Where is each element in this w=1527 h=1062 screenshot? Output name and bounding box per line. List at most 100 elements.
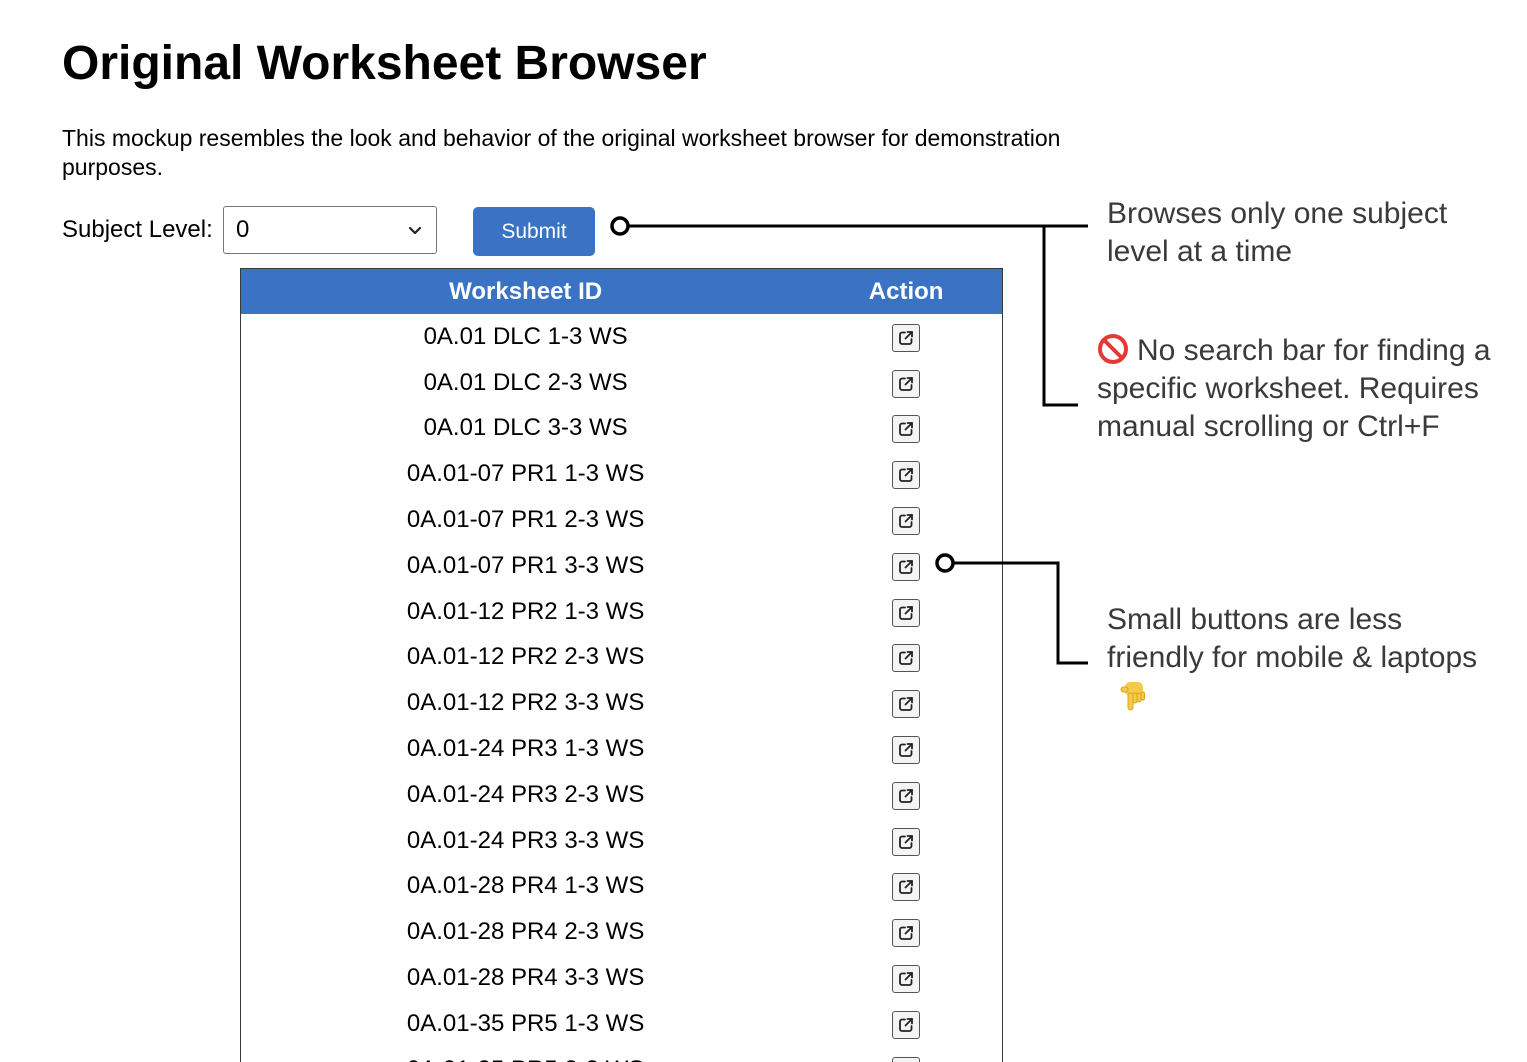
annotation-no-search: No search bar for finding a specific wor… bbox=[1097, 332, 1517, 446]
worksheet-id-cell: 0A.01-35 PR5 1-3 WS bbox=[406, 1009, 645, 1037]
subject-level-value: 0 bbox=[236, 216, 250, 243]
table-row: 0A.01-07 PR1 2-3 WS bbox=[241, 497, 1002, 543]
open-worksheet-button[interactable] bbox=[892, 690, 921, 719]
annotation-small-buttons: Small buttons are less friendly for mobi… bbox=[1107, 601, 1507, 715]
chevron-down-icon bbox=[408, 226, 422, 235]
worksheet-id-cell: 0A.01-35 PR5 2-3 WS bbox=[241, 1056, 810, 1062]
worksheet-id-cell: 0A.01-12 PR2 3-3 WS bbox=[406, 689, 645, 717]
table-row: 0A.01-12 PR2 2-3 WS bbox=[241, 635, 1002, 681]
worksheet-table: Worksheet ID Action 0A.01 DLC 1-3 WS 0A.0… bbox=[240, 268, 1003, 1062]
action-cell bbox=[810, 963, 1002, 994]
external-link-icon bbox=[899, 330, 914, 345]
action-cell bbox=[810, 734, 1002, 765]
external-link-icon bbox=[899, 651, 914, 666]
external-link-icon bbox=[899, 1017, 914, 1032]
table-row: 0A.01-35 PR5 1-3 WS bbox=[241, 1001, 1002, 1047]
table-row: 0A.01 DLC 1-3 WS bbox=[241, 314, 1002, 360]
table-row: 0A.01-28 PR4 2-3 WS bbox=[241, 909, 1002, 955]
external-link-icon bbox=[899, 605, 914, 620]
open-worksheet-button[interactable] bbox=[892, 415, 921, 444]
external-link-icon bbox=[899, 972, 914, 986]
connector-marker-submit bbox=[610, 216, 630, 236]
annotation-no-search-text: No search bar for finding a specific wor… bbox=[1097, 334, 1491, 443]
table-row: 0A.01-24 PR3 1-3 WS bbox=[241, 726, 1002, 772]
action-cell bbox=[810, 368, 1002, 398]
worksheet-id-cell: 0A.01-28 PR4 3-3 WS bbox=[406, 964, 645, 992]
action-cell bbox=[810, 1055, 1002, 1062]
worksheet-id-cell: 0A.01 DLC 3-3 WS bbox=[423, 414, 628, 442]
open-worksheet-button[interactable] bbox=[892, 552, 921, 581]
open-worksheet-button[interactable] bbox=[892, 323, 921, 352]
page-title: Original Worksheet Browser bbox=[62, 37, 707, 90]
backhand-index-pointing-down-icon bbox=[1120, 682, 1145, 711]
external-link-icon bbox=[899, 834, 914, 849]
action-cell bbox=[810, 642, 1002, 673]
table-row: 0A.01 DLC 3-3 WS bbox=[241, 406, 1002, 452]
open-worksheet-button[interactable] bbox=[892, 1056, 921, 1062]
table-row: 0A.01 DLC 2-3 WS bbox=[241, 360, 1002, 406]
external-link-icon bbox=[899, 788, 914, 803]
table-row: 0A.01-24 PR3 3-3 WS bbox=[241, 818, 1002, 864]
external-link-icon bbox=[899, 926, 914, 941]
external-link-icon bbox=[899, 697, 914, 712]
open-worksheet-button[interactable] bbox=[892, 644, 921, 673]
action-cell bbox=[810, 505, 1002, 536]
external-link-icon bbox=[899, 743, 914, 757]
open-worksheet-button[interactable] bbox=[892, 965, 921, 994]
table-row: 0A.01-24 PR3 2-3 WS bbox=[241, 772, 1002, 818]
open-worksheet-button[interactable] bbox=[892, 781, 921, 810]
submit-button[interactable]: Submit bbox=[473, 207, 595, 256]
worksheet-id-cell: 0A.01-12 PR2 2-3 WS bbox=[406, 643, 645, 671]
open-worksheet-button[interactable] bbox=[892, 1010, 921, 1039]
worksheet-id-cell: 0A.01-24 PR3 2-3 WS bbox=[406, 780, 645, 808]
table-header: Worksheet ID Action bbox=[241, 269, 1002, 314]
table-row: 0A.01-12 PR2 1-3 WS bbox=[241, 589, 1002, 635]
external-link-icon bbox=[899, 514, 914, 528]
table-row: 0A.01-07 PR1 3-3 WS bbox=[241, 543, 1002, 589]
external-link-icon bbox=[899, 559, 914, 574]
open-worksheet-button[interactable] bbox=[892, 369, 921, 398]
external-link-icon bbox=[899, 376, 914, 391]
worksheet-id-cell: 0A.01-24 PR3 1-3 WS bbox=[406, 735, 645, 763]
subject-level-label: Subject Level: bbox=[62, 216, 213, 243]
open-worksheet-button[interactable] bbox=[892, 461, 921, 490]
page: Original Worksheet Browser This mockup r… bbox=[0, 0, 1527, 1062]
column-header-worksheet-id: Worksheet ID bbox=[449, 277, 603, 305]
open-worksheet-button[interactable] bbox=[892, 598, 921, 627]
worksheet-id-cell: 0A.01-12 PR2 1-3 WS bbox=[406, 597, 645, 625]
worksheet-id-cell: 0A.01-28 PR4 1-3 WS bbox=[406, 872, 645, 900]
subject-level-select[interactable]: 0 bbox=[223, 206, 437, 254]
connector-line-search bbox=[1042, 226, 1078, 407]
action-cell bbox=[810, 826, 1002, 856]
action-cell bbox=[810, 871, 1002, 902]
action-cell bbox=[810, 413, 1002, 444]
worksheet-id-cell: 0A.01 DLC 1-3 WS bbox=[423, 322, 628, 350]
table-row: 0A.01-35 PR5 2-3 WS bbox=[241, 1047, 1002, 1062]
table-row: 0A.01-12 PR2 3-3 WS bbox=[241, 680, 1002, 726]
table-body: 0A.01 DLC 1-3 WS 0A.01 DLC 2-3 WS 0A.01 DL… bbox=[241, 314, 1002, 1062]
open-worksheet-button[interactable] bbox=[892, 827, 921, 856]
table-row: 0A.01-28 PR4 1-3 WS bbox=[241, 864, 1002, 910]
worksheet-id-cell: 0A.01 DLC 2-3 WS bbox=[423, 368, 628, 396]
worksheet-id-cell: 0A.01-28 PR4 2-3 WS bbox=[406, 918, 645, 946]
action-cell bbox=[810, 322, 1002, 352]
annotation-small-buttons-text: Small buttons are less friendly for mobi… bbox=[1107, 603, 1478, 674]
external-link-icon bbox=[899, 880, 914, 895]
open-worksheet-button[interactable] bbox=[892, 919, 921, 948]
column-header-action: Action bbox=[868, 277, 944, 305]
action-cell bbox=[810, 459, 1002, 490]
worksheet-id-cell: 0A.01-07 PR1 3-3 WS bbox=[406, 551, 645, 579]
prohibited-icon bbox=[1098, 334, 1128, 364]
action-cell bbox=[810, 551, 1002, 581]
table-row: 0A.01-28 PR4 3-3 WS bbox=[241, 955, 1002, 1001]
page-description: This mockup resembles the look and behav… bbox=[62, 125, 1061, 180]
open-worksheet-button[interactable] bbox=[892, 507, 921, 536]
external-link-icon bbox=[899, 468, 914, 483]
external-link-icon bbox=[899, 422, 914, 437]
action-cell bbox=[810, 917, 1002, 948]
worksheet-id-cell: 0A.01-07 PR1 1-3 WS bbox=[406, 460, 645, 488]
worksheet-id-cell: 0A.01-07 PR1 2-3 WS bbox=[406, 506, 645, 534]
open-worksheet-button[interactable] bbox=[892, 873, 921, 902]
open-worksheet-button[interactable] bbox=[892, 736, 921, 765]
action-cell bbox=[810, 1009, 1002, 1039]
